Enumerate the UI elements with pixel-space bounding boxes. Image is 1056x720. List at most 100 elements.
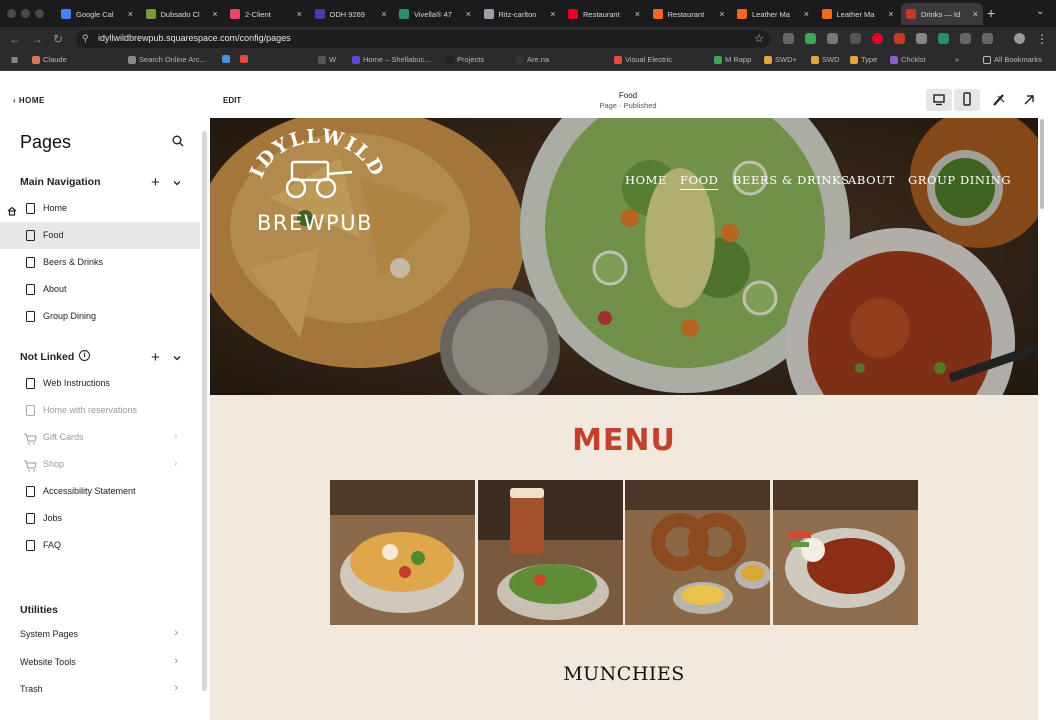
bookmark-item[interactable]: Visual Electric bbox=[614, 55, 672, 64]
extensions-puzzle-icon[interactable] bbox=[982, 33, 993, 44]
extension-bag-icon[interactable] bbox=[916, 33, 927, 44]
utility-system-pages[interactable]: System Pages › bbox=[20, 627, 180, 639]
browser-tab[interactable]: Restaurant × bbox=[648, 3, 730, 25]
extension-check-icon[interactable] bbox=[805, 33, 816, 44]
bookmark-item[interactable]: Claude bbox=[32, 55, 67, 64]
extension-hash-icon[interactable] bbox=[827, 33, 838, 44]
minimize-window-button[interactable] bbox=[21, 9, 30, 18]
bookmark-item[interactable]: Search Online Arc... bbox=[128, 55, 206, 64]
bookmark-star-icon[interactable]: ☆ bbox=[754, 32, 764, 45]
all-bookmarks-folder[interactable]: All Bookmarks bbox=[983, 55, 1042, 64]
browser-tab[interactable]: Google Cal × bbox=[56, 3, 138, 25]
bookmark-item[interactable]: W bbox=[318, 55, 336, 64]
utility-trash[interactable]: Trash › bbox=[20, 682, 180, 694]
bookmark-item[interactable]: Projects bbox=[446, 55, 484, 64]
bookmark-item[interactable]: SWD bbox=[811, 55, 840, 64]
sidebar-page-web-instructions[interactable]: Web Instructions bbox=[0, 370, 200, 397]
browser-menu-icon[interactable]: ⋮ bbox=[1036, 32, 1048, 46]
sidebar-page-group-dining[interactable]: Group Dining bbox=[0, 303, 200, 330]
site-nav-home[interactable]: HOME bbox=[625, 173, 667, 187]
main-navigation-heading[interactable]: Main Navigation bbox=[20, 176, 101, 188]
browser-tab[interactable]: Restaurant × bbox=[563, 3, 645, 25]
bookmark-item[interactable]: SWD+ bbox=[764, 55, 797, 64]
site-styles-button[interactable] bbox=[986, 89, 1012, 111]
main-nav-chevron-down-icon[interactable] bbox=[172, 178, 182, 188]
extension-w-icon[interactable] bbox=[783, 33, 794, 44]
utility-website-tools[interactable]: Website Tools › bbox=[20, 655, 180, 667]
close-window-button[interactable] bbox=[7, 9, 16, 18]
tab-close-icon[interactable]: × bbox=[128, 9, 133, 19]
brewpub-logo[interactable]: IDYLLWILD BREWPUB bbox=[240, 126, 390, 236]
bookmark-item[interactable]: M Rapp bbox=[714, 55, 751, 64]
tab-close-icon[interactable]: × bbox=[973, 9, 978, 19]
sidebar-page-food[interactable]: Food bbox=[0, 222, 200, 249]
sidebar-page-home-with-reservations[interactable]: Home with reservations bbox=[0, 397, 200, 424]
open-site-button[interactable] bbox=[1016, 89, 1042, 111]
tab-close-icon[interactable]: × bbox=[297, 9, 302, 19]
not-linked-chevron-down-icon[interactable] bbox=[172, 353, 182, 363]
site-nav-beers-drinks[interactable]: BEERS & DRINKS bbox=[733, 173, 850, 187]
bookmark-item[interactable]: Are.na bbox=[516, 55, 549, 64]
sidebar-page-shop[interactable]: › Shop bbox=[0, 451, 200, 478]
mobile-view-button[interactable] bbox=[954, 89, 980, 111]
browser-tab[interactable]: Vivella® 47 × bbox=[394, 3, 476, 25]
extension-d-icon[interactable] bbox=[938, 33, 949, 44]
tab-close-icon[interactable]: × bbox=[550, 9, 555, 19]
more-bookmarks-chevron-icon[interactable]: » bbox=[955, 55, 959, 64]
reload-icon[interactable]: ↻ bbox=[53, 32, 63, 46]
browser-tab[interactable]: Drinks — Id × bbox=[901, 3, 983, 25]
back-home-link[interactable]: ‹ HOME bbox=[13, 96, 45, 105]
sidebar-page-faq[interactable]: FAQ bbox=[0, 532, 200, 559]
tab-close-icon[interactable]: × bbox=[888, 9, 893, 19]
bookmark-item[interactable] bbox=[240, 55, 251, 63]
browser-tab[interactable]: Ritz-carlton × bbox=[479, 3, 561, 25]
add-not-linked-page-plus-icon[interactable]: + bbox=[151, 350, 160, 365]
bookmark-item[interactable] bbox=[222, 55, 233, 63]
browser-tab[interactable]: Leather Ma × bbox=[817, 3, 899, 25]
add-main-nav-page-plus-icon[interactable]: + bbox=[151, 175, 160, 190]
address-url[interactable]: idyllwildbrewpub.squarespace.com/config/… bbox=[98, 33, 291, 43]
extension-window-icon[interactable] bbox=[960, 33, 971, 44]
bookmark-item[interactable]: Home – Shellabuc... bbox=[352, 55, 431, 64]
browser-tab[interactable]: 2-Client × bbox=[225, 3, 307, 25]
search-icon[interactable] bbox=[172, 135, 184, 147]
tab-close-icon[interactable]: × bbox=[635, 9, 640, 19]
back-arrow-icon[interactable]: ← bbox=[9, 32, 21, 46]
sidebar-page-jobs[interactable]: Jobs bbox=[0, 505, 200, 532]
browser-tab[interactable]: Dubsado Cl × bbox=[141, 3, 223, 25]
apps-grid-icon[interactable]: ▦ bbox=[11, 55, 18, 64]
site-nav-food[interactable]: FOOD bbox=[680, 173, 719, 190]
desktop-view-button[interactable] bbox=[926, 89, 952, 111]
profile-avatar[interactable] bbox=[1014, 33, 1025, 44]
browser-tab[interactable]: ODH 9269 × bbox=[310, 3, 392, 25]
tab-search-chevron-icon[interactable]: ⌄ bbox=[1036, 6, 1044, 17]
sidebar-scrollbar[interactable] bbox=[202, 131, 207, 691]
browser-tab[interactable]: Leather Ma × bbox=[732, 3, 814, 25]
zoom-window-button[interactable] bbox=[35, 9, 44, 18]
address-bar[interactable]: ⚲ idyllwildbrewpub.squarespace.com/confi… bbox=[76, 30, 770, 48]
tab-close-icon[interactable]: × bbox=[381, 9, 386, 19]
sidebar-page-beers-drinks[interactable]: Beers & Drinks bbox=[0, 249, 200, 276]
extension-ft-icon[interactable] bbox=[850, 33, 861, 44]
bookmark-item[interactable]: Type bbox=[850, 55, 877, 64]
site-nav-group-dining[interactable]: GROUP DINING bbox=[908, 173, 1011, 187]
site-nav-about[interactable]: ABOUT bbox=[848, 173, 895, 187]
tab-close-icon[interactable]: × bbox=[804, 9, 809, 19]
forward-arrow-icon[interactable]: → bbox=[31, 32, 43, 46]
extension-badge-icon[interactable] bbox=[894, 33, 905, 44]
sidebar-page-home[interactable]: Home bbox=[0, 195, 200, 222]
bookmark-item[interactable]: Chcklst bbox=[890, 55, 926, 64]
not-linked-heading[interactable]: Not Linked bbox=[20, 351, 74, 363]
tab-close-icon[interactable]: × bbox=[719, 9, 724, 19]
tab-close-icon[interactable]: × bbox=[466, 9, 471, 19]
sidebar-page-accessibility-statement[interactable]: Accessibility Statement bbox=[0, 478, 200, 505]
tab-close-icon[interactable]: × bbox=[212, 9, 217, 19]
sidebar-page-about[interactable]: About bbox=[0, 276, 200, 303]
info-icon[interactable]: i bbox=[79, 350, 90, 361]
site-settings-icon[interactable]: ⚲ bbox=[82, 33, 89, 44]
new-tab-button[interactable]: + bbox=[987, 5, 995, 21]
sidebar-page-gift-cards[interactable]: › Gift Cards bbox=[0, 424, 200, 451]
site-preview[interactable]: IDYLLWILD BREWPUB HOME FOOD BEERS & DRIN… bbox=[210, 118, 1038, 720]
preview-scrollbar[interactable] bbox=[1040, 119, 1044, 209]
pinterest-extension-icon[interactable] bbox=[872, 33, 883, 44]
